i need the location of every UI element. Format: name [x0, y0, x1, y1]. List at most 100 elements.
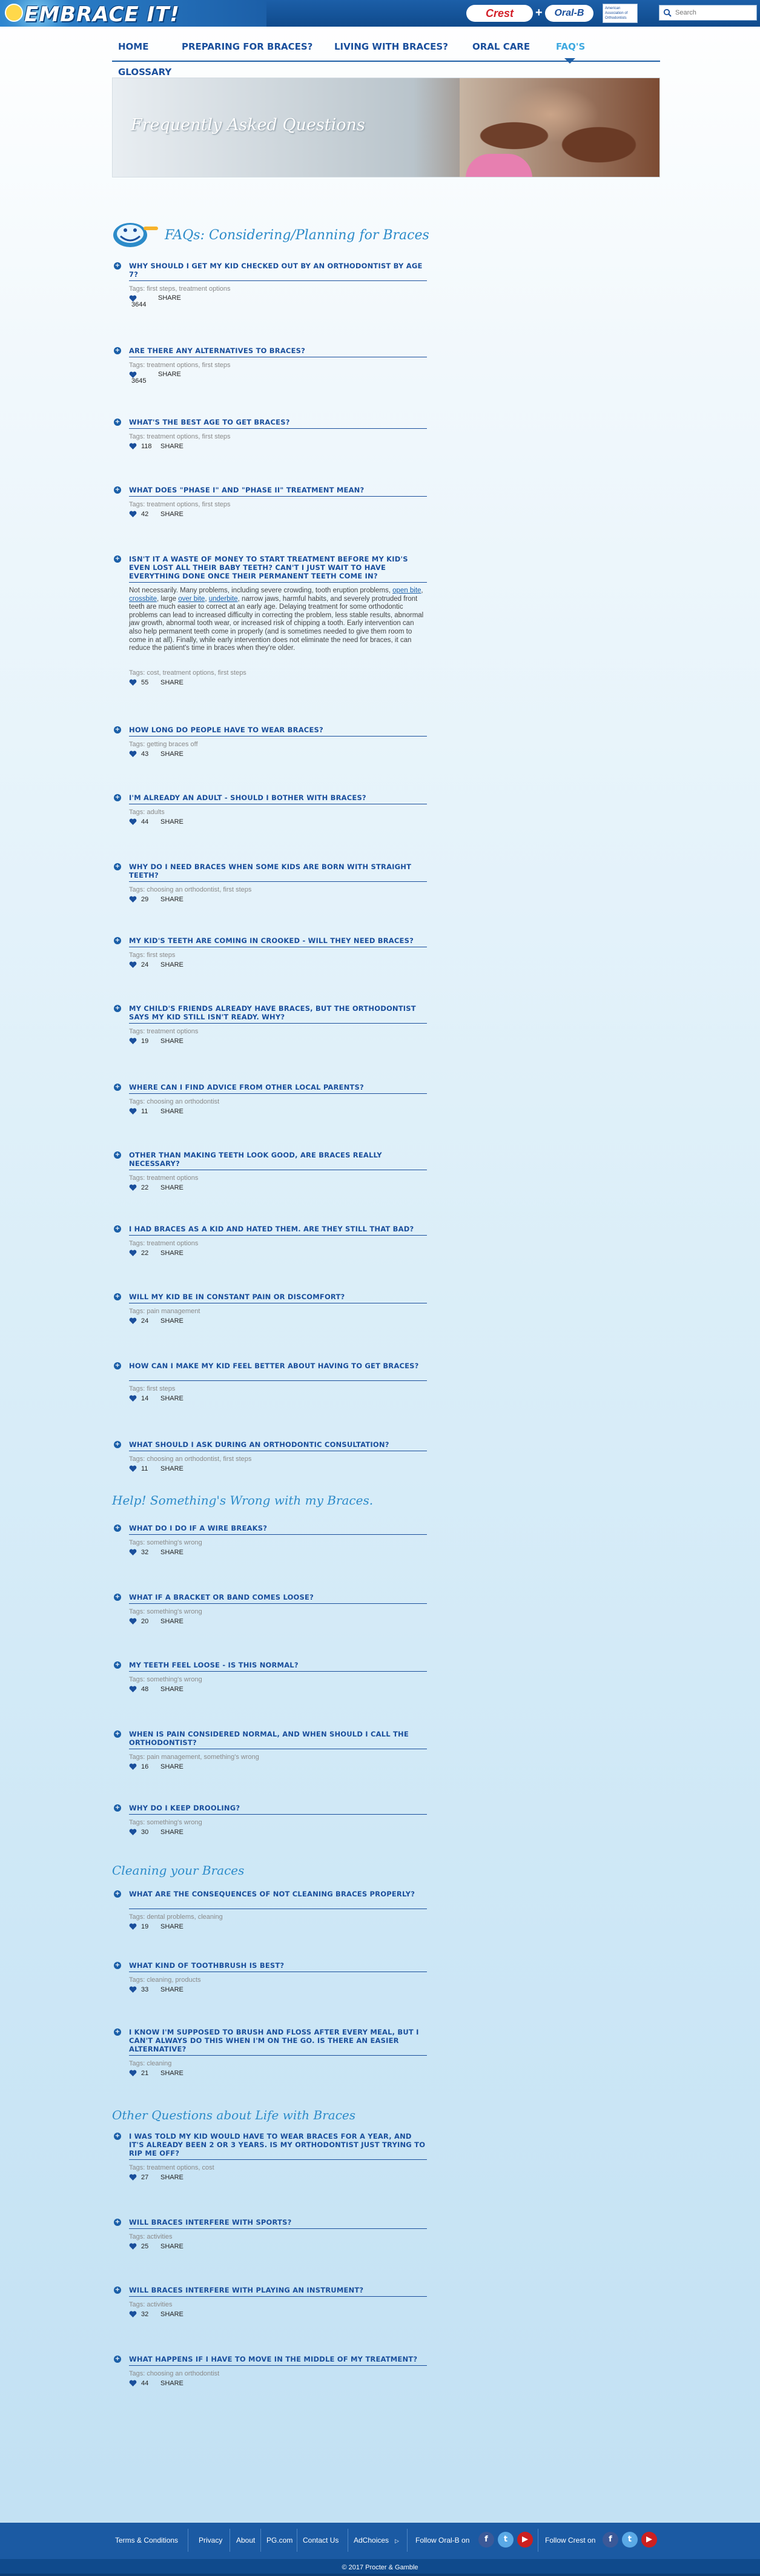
heart-icon[interactable] — [129, 1829, 137, 1836]
youtube-icon[interactable]: ▶ — [641, 2532, 657, 2548]
nav-preparing-for-braces[interactable]: PREPARING FOR BRACES? — [182, 41, 312, 52]
heart-icon[interactable] — [129, 1763, 137, 1770]
twitter-icon[interactable]: t — [498, 2532, 514, 2548]
faq-question[interactable]: WHY DO I KEEP DROOLING? — [129, 1804, 427, 1812]
faq-expand-icon[interactable]: + — [114, 2286, 121, 2294]
faq-expand-icon[interactable]: + — [114, 1661, 121, 1669]
crest-logo[interactable]: Crest — [466, 5, 533, 22]
faq-question[interactable]: WHAT DO I DO IF A WIRE BREAKS? — [129, 1524, 427, 1532]
faq-question[interactable]: WHEN IS PAIN CONSIDERED NORMAL, AND WHEN… — [129, 1730, 427, 1747]
faq-expand-icon[interactable]: + — [114, 1005, 121, 1012]
faq-question[interactable]: I WAS TOLD MY KID WOULD HAVE TO WEAR BRA… — [129, 2132, 427, 2157]
faq-expand-icon[interactable]: + — [114, 1293, 121, 1300]
faq-expand-icon[interactable]: + — [114, 794, 121, 801]
share-button[interactable]: SHARE — [160, 1923, 183, 1930]
crossbite-link[interactable]: crossbite — [129, 595, 157, 603]
faq-question[interactable]: ARE THERE ANY ALTERNATIVES TO BRACES? — [129, 346, 427, 355]
facebook-icon[interactable]: f — [478, 2532, 494, 2548]
faq-expand-icon[interactable]: + — [114, 1084, 121, 1091]
youtube-icon[interactable]: ▶ — [517, 2532, 533, 2548]
share-button[interactable]: SHARE — [158, 294, 181, 302]
facebook-icon[interactable]: f — [603, 2532, 618, 2548]
nav-home[interactable]: HOME — [118, 41, 148, 52]
share-button[interactable]: SHARE — [160, 1465, 183, 1472]
footer-link-privacy[interactable]: Privacy — [199, 2536, 222, 2545]
share-button[interactable]: SHARE — [160, 1829, 183, 1836]
faq-question[interactable]: WHAT'S THE BEST AGE TO GET BRACES? — [129, 418, 427, 426]
heart-icon[interactable] — [129, 1184, 137, 1191]
faq-question[interactable]: I'M ALREADY AN ADULT - SHOULD I BOTHER W… — [129, 793, 427, 802]
heart-icon[interactable] — [129, 1986, 137, 1993]
faq-question[interactable]: WHAT DOES "PHASE I" AND "PHASE II" TREAT… — [129, 486, 427, 494]
heart-icon[interactable] — [129, 2380, 137, 2387]
heart-icon[interactable] — [129, 1923, 137, 1930]
nav-glossary[interactable]: GLOSSARY — [118, 67, 171, 78]
faq-expand-icon[interactable]: + — [114, 555, 121, 563]
heart-icon[interactable] — [129, 2070, 137, 2077]
heart-icon[interactable] — [129, 1618, 137, 1625]
share-button[interactable]: SHARE — [160, 750, 183, 758]
heart-icon[interactable] — [129, 1686, 137, 1693]
faq-question[interactable]: HOW CAN I MAKE MY KID FEEL BETTER ABOUT … — [129, 1362, 427, 1370]
faq-question[interactable]: I HAD BRACES AS A KID AND HATED THEM. AR… — [129, 1225, 427, 1233]
share-button[interactable]: SHARE — [160, 1686, 183, 1693]
faq-question[interactable]: WHAT SHOULD I ASK DURING AN ORTHODONTIC … — [129, 1440, 427, 1449]
nav-oral-care[interactable]: ORAL CARE — [472, 41, 530, 52]
faq-question[interactable]: WILL BRACES INTERFERE WITH PLAYING AN IN… — [129, 2286, 427, 2294]
faq-expand-icon[interactable]: + — [114, 2219, 121, 2226]
over-bite-link[interactable]: over bite — [178, 595, 205, 603]
share-button[interactable]: SHARE — [160, 443, 183, 450]
footer-link-about[interactable]: About — [236, 2536, 255, 2545]
footer-link-adchoices[interactable]: AdChoices — [354, 2536, 389, 2545]
nav-living-with-braces[interactable]: LIVING WITH BRACES? — [334, 41, 448, 52]
footer-link-pg[interactable]: PG.com — [266, 2536, 292, 2545]
heart-icon[interactable] — [129, 818, 137, 826]
heart-icon[interactable] — [129, 896, 137, 903]
faq-question[interactable]: WILL MY KID BE IN CONSTANT PAIN OR DISCO… — [129, 1293, 427, 1301]
faq-question[interactable]: WILL BRACES INTERFERE WITH SPORTS? — [129, 2218, 427, 2227]
nav-faqs[interactable]: FAQ'S — [556, 41, 585, 52]
share-button[interactable]: SHARE — [160, 1395, 183, 1402]
search-input[interactable] — [675, 7, 754, 18]
share-button[interactable]: SHARE — [160, 818, 183, 826]
heart-icon[interactable] — [129, 2174, 137, 2181]
footer-link-terms[interactable]: Terms & Conditions — [115, 2536, 178, 2545]
share-button[interactable]: SHARE — [160, 1986, 183, 1993]
faq-expand-icon[interactable]: + — [114, 2356, 121, 2363]
faq-expand-icon[interactable]: + — [114, 1730, 121, 1738]
heart-icon[interactable] — [129, 1465, 137, 1472]
faq-question[interactable]: HOW LONG DO PEOPLE HAVE TO WEAR BRACES? — [129, 726, 427, 734]
faq-question[interactable]: WHAT ARE THE CONSEQUENCES OF NOT CLEANIN… — [129, 1890, 427, 1898]
heart-icon[interactable] — [129, 1395, 137, 1402]
heart-icon[interactable] — [129, 511, 137, 518]
faq-expand-icon[interactable]: + — [114, 1225, 121, 1233]
heart-icon[interactable] — [129, 1250, 137, 1257]
faq-expand-icon[interactable]: + — [114, 347, 121, 354]
heart-icon[interactable] — [129, 1549, 137, 1556]
faq-question[interactable]: WHY SHOULD I GET MY KID CHECKED OUT BY A… — [129, 262, 427, 279]
heart-icon[interactable] — [129, 1038, 137, 1045]
heart-icon[interactable] — [129, 679, 137, 686]
faq-expand-icon[interactable]: + — [114, 1151, 121, 1159]
faq-expand-icon[interactable]: + — [114, 486, 121, 494]
faq-question[interactable]: WHAT IF A BRACKET OR BAND COMES LOOSE? — [129, 1593, 427, 1601]
share-button[interactable]: SHARE — [160, 1763, 183, 1770]
share-button[interactable]: SHARE — [160, 511, 183, 518]
share-button[interactable]: SHARE — [160, 1108, 183, 1115]
open-bite-link[interactable]: open bite — [392, 587, 421, 594]
share-button[interactable]: SHARE — [160, 679, 183, 686]
faq-expand-icon[interactable]: + — [114, 863, 121, 870]
heart-icon[interactable] — [129, 2311, 137, 2318]
underbite-link[interactable]: underbite — [209, 595, 238, 603]
aao-logo[interactable]: American Association of Orthodontists — [603, 4, 638, 23]
faq-expand-icon[interactable]: + — [114, 1594, 121, 1601]
faq-expand-icon[interactable]: + — [114, 1890, 121, 1898]
adchoices-icon[interactable]: ▷ — [395, 2538, 399, 2545]
footer-link-contact[interactable]: Contact Us — [303, 2536, 339, 2545]
faq-expand-icon[interactable]: + — [114, 1525, 121, 1532]
faq-expand-icon[interactable]: + — [114, 1962, 121, 1969]
heart-icon[interactable] — [129, 1317, 137, 1325]
search-icon[interactable] — [663, 8, 672, 17]
heart-icon[interactable] — [129, 2243, 137, 2250]
faq-question[interactable]: MY TEETH FEEL LOOSE - IS THIS NORMAL? — [129, 1661, 427, 1669]
